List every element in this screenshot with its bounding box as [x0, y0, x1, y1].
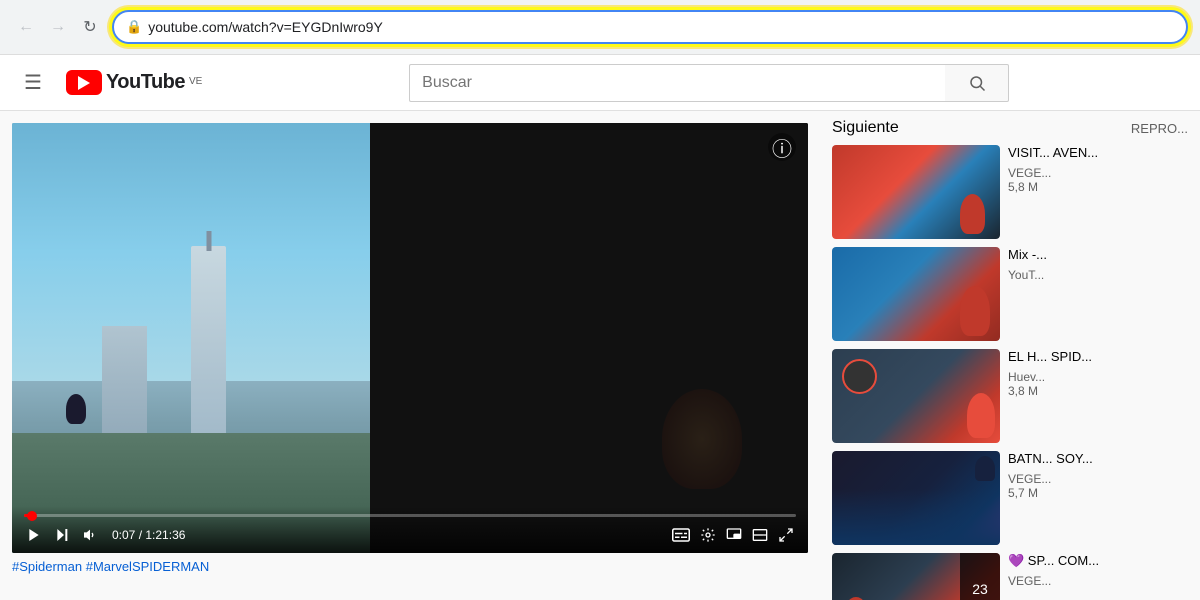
search-input[interactable] — [409, 64, 945, 102]
video-channel-4: VEGE... — [1008, 472, 1188, 486]
video-tags[interactable]: #Spiderman #MarvelSPIDERMAN — [12, 553, 808, 574]
info-button[interactable]: ⓘ — [768, 133, 796, 161]
progress-bar[interactable] — [24, 514, 796, 517]
video-controls: 0:07 / 1:21:36 — [12, 506, 808, 553]
list-item[interactable]: VISIT... AVEN... VEGE... 5,8 M — [832, 145, 1188, 239]
thumbnail-3 — [832, 349, 1000, 443]
video-background — [12, 123, 808, 553]
main-content: ⓘ 0:07 / 1:21:36 — [0, 111, 1200, 600]
nav-buttons: ← → ↻ — [12, 13, 104, 41]
video-views-1: 5,8 M — [1008, 180, 1188, 194]
youtube-logo-icon — [66, 70, 102, 95]
video-title-2: Mix -... — [1008, 247, 1188, 264]
list-item[interactable]: 23 ☰ 💜 SP... COM... VEGE... — [832, 553, 1188, 600]
building-2 — [102, 326, 147, 446]
building-tall — [191, 246, 226, 446]
sidebar-header: Siguiente REPRO... — [832, 119, 1188, 137]
video-info-1: VISIT... AVEN... VEGE... 5,8 M — [1008, 145, 1188, 239]
list-item[interactable]: EL H... SPID... Huev... 3,8 M — [832, 349, 1188, 443]
thumbnail-1 — [832, 145, 1000, 239]
video-views-3: 3,8 M — [1008, 384, 1188, 398]
miniplayer-button[interactable] — [724, 525, 744, 545]
thumbnail-5: 23 ☰ — [832, 553, 1000, 600]
video-right-panel — [370, 123, 808, 553]
lock-icon: 🔒 — [126, 19, 142, 35]
video-channel-5: VEGE... — [1008, 574, 1188, 588]
controls-row: 0:07 / 1:21:36 — [24, 525, 796, 545]
video-title-3: EL H... SPID... — [1008, 349, 1188, 366]
fullscreen-button[interactable] — [776, 525, 796, 545]
next-button[interactable] — [52, 525, 72, 545]
youtube-header: ☰ YouTube VE — [0, 55, 1200, 111]
hamburger-menu[interactable]: ☰ — [16, 62, 50, 103]
video-info-2: Mix -... YouT... — [1008, 247, 1188, 341]
spiderman-figure — [66, 394, 86, 424]
list-item[interactable]: Mix -... YouT... — [832, 247, 1188, 341]
right-controls — [670, 525, 796, 545]
time-display: 0:07 / 1:21:36 — [112, 528, 185, 542]
forward-button[interactable]: → — [44, 13, 72, 41]
search-button[interactable] — [945, 64, 1009, 102]
address-bar[interactable]: 🔒 youtube.com/watch?v=EYGDnIwro9Y — [112, 10, 1188, 44]
video-left-panel — [12, 123, 370, 553]
volume-button[interactable] — [80, 525, 100, 545]
youtube-region: VE — [189, 76, 202, 87]
video-info-5: 💜 SP... COM... VEGE... — [1008, 553, 1188, 600]
face-silhouette — [662, 389, 742, 489]
video-title-5: 💜 SP... COM... — [1008, 553, 1188, 570]
video-views-4: 5,7 M — [1008, 486, 1188, 500]
play-button[interactable] — [24, 525, 44, 545]
video-title-4: BATN... SOY... — [1008, 451, 1188, 468]
youtube-logo-text: YouTube — [106, 71, 185, 94]
video-section: ⓘ 0:07 / 1:21:36 — [0, 111, 820, 600]
browser-chrome: ← → ↻ 🔒 youtube.com/watch?v=EYGDnIwro9Y — [0, 0, 1200, 55]
repro-label: REPRO... — [1131, 121, 1188, 136]
list-item[interactable]: BATN... SOY... VEGE... 5,7 M — [832, 451, 1188, 545]
back-button[interactable]: ← — [12, 13, 40, 41]
sidebar: Siguiente REPRO... VISIT... AVEN... VEGE… — [820, 111, 1200, 600]
thumbnail-2 — [832, 247, 1000, 341]
settings-button[interactable] — [698, 525, 718, 545]
video-info-4: BATN... SOY... VEGE... 5,7 M — [1008, 451, 1188, 545]
theater-button[interactable] — [750, 525, 770, 545]
youtube-logo[interactable]: YouTube VE — [66, 70, 202, 95]
refresh-button[interactable]: ↻ — [76, 13, 104, 41]
thumbnail-4 — [832, 451, 1000, 545]
video-channel-2: YouT... — [1008, 268, 1188, 282]
video-channel-3: Huev... — [1008, 370, 1188, 384]
siguiente-label: Siguiente — [832, 119, 899, 137]
video-channel-1: VEGE... — [1008, 166, 1188, 180]
search-container — [409, 64, 1009, 102]
video-player[interactable]: ⓘ 0:07 / 1:21:36 — [12, 123, 808, 553]
url-text: youtube.com/watch?v=EYGDnIwro9Y — [148, 19, 1174, 35]
playlist-icon: 23 ☰ — [960, 553, 1000, 600]
subtitles-button[interactable] — [670, 526, 692, 544]
video-title-1: VISIT... AVEN... — [1008, 145, 1188, 162]
video-info-3: EL H... SPID... Huev... 3,8 M — [1008, 349, 1188, 443]
progress-fill — [24, 514, 32, 517]
